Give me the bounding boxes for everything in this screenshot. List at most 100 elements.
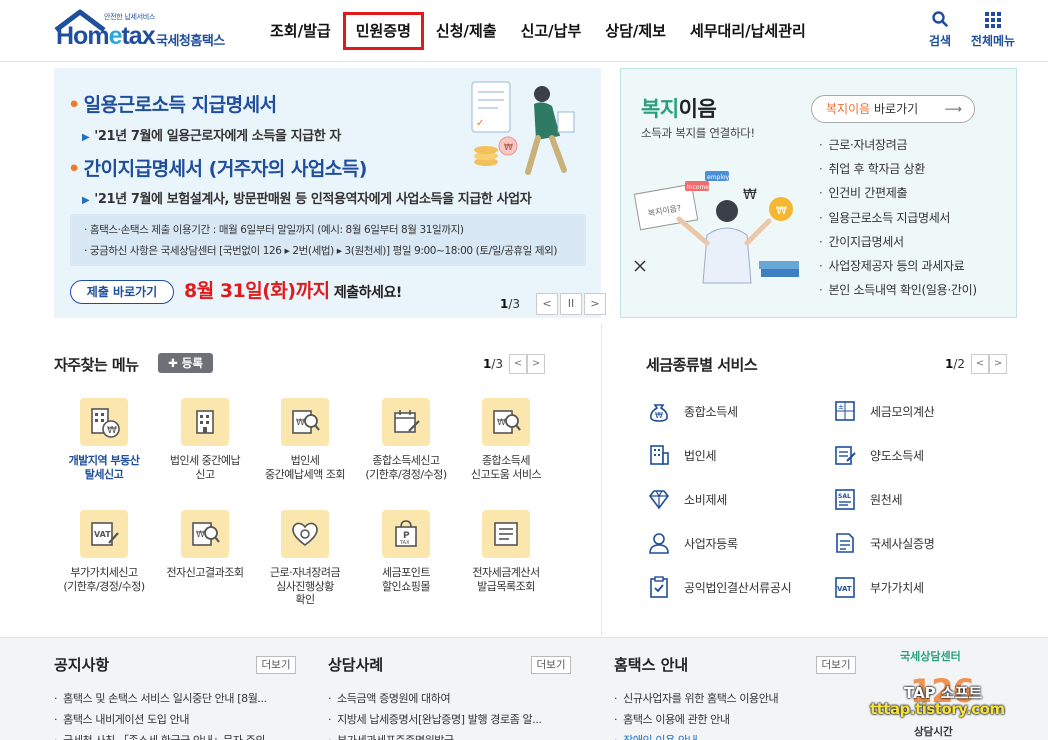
tax-service-withholding[interactable]: SAL 원천세 <box>832 486 903 512</box>
welfare-item[interactable]: 사업장제공자 등의 과세자료 <box>819 254 977 278</box>
favorite-item-income-tax-help[interactable]: ₩ 종합소득세 신고도움 서비스 <box>454 398 558 481</box>
search-button[interactable]: 검색 <box>922 10 958 49</box>
notice-item[interactable]: 국세청 사칭 「종소세 환급금 안내」문자 주의 <box>54 730 267 740</box>
bottom-section: 공지사항 더보기 홈택스 및 손택스 서비스 일시중단 안내 [8월... 홈택… <box>0 637 1048 740</box>
banner-sub-2-text: '21년 7월에 보험설계사, 방문판매원 등 인적용역자에게 사업소득을 지급… <box>94 192 532 207</box>
tax-service-simulation[interactable]: ± 세금모의계산 <box>832 398 935 424</box>
tax-service-label: 부가가치세 <box>870 580 924 595</box>
favorites-page-total: /3 <box>491 357 504 371</box>
banner-next-button[interactable]: > <box>584 293 606 315</box>
banner-prev-button[interactable]: < <box>536 293 558 315</box>
submit-shortcut-button[interactable]: 제출 바로가기 <box>70 280 174 304</box>
welfare-button-highlight: 복지이음 <box>826 102 871 116</box>
favorite-item-real-estate-report[interactable]: ₩ 개발지역 부동산 탈세신고 <box>52 398 156 481</box>
call-center-hours: 상담시간 <box>914 726 953 738</box>
welfare-item[interactable]: 인건비 간편제출 <box>819 181 977 205</box>
guide-item[interactable]: 홈택스 이용에 관한 안내 <box>614 709 778 730</box>
nav-certificates[interactable]: 민원증명 <box>342 12 424 50</box>
welfare-item[interactable]: 취업 후 학자금 상환 <box>819 157 977 181</box>
tax-service-business-registration[interactable]: 사업자등록 <box>646 530 738 556</box>
tax-service-global-income[interactable]: ₩ 종합소득세 <box>646 398 738 424</box>
welfare-subtitle: 소득과 복지를 연결하다! <box>641 126 755 140</box>
banner-deadline: 8월 31일(화)까지 제출하세요! <box>184 276 402 303</box>
nav-filing-payment[interactable]: 신고/납부 <box>509 12 594 50</box>
welfare-shortcut-button[interactable]: 복지이음 바로가기 ⟶ <box>811 95 975 123</box>
favorite-item-e-filing-result[interactable]: ₩ 전자신고결과조회 <box>153 510 257 580</box>
won-glyph: ₩ <box>196 530 205 540</box>
tax-services-prev-button[interactable]: < <box>971 354 990 374</box>
welfare-panel: 복지이음 소득과 복지를 연결하다! 복지이음 바로가기 ⟶ 복지이음? empl… <box>620 68 1017 318</box>
search-doc-icon: ₩ <box>181 510 229 558</box>
guide-more-button[interactable]: 더보기 <box>816 656 856 674</box>
favorite-item-income-tax-filing[interactable]: 종합소득세신고 (기한후/경정/수정) <box>354 398 458 481</box>
tax-service-capital-gains[interactable]: 양도소득세 <box>832 442 924 468</box>
notice-item[interactable]: 홈택스 및 손택스 서비스 일시중단 안내 [8월... <box>54 688 267 709</box>
banner-page-count: 1/3 <box>486 297 534 311</box>
nav-inquiry[interactable]: 조회/발급 <box>258 12 343 50</box>
won-coin-icon: ₩ <box>504 143 513 153</box>
favorites-prev-button[interactable]: < <box>509 354 528 374</box>
search-doc-icon: ₩ <box>482 398 530 446</box>
notice-more-button[interactable]: 더보기 <box>256 656 296 674</box>
tax-services-page-count: 1/2 <box>945 357 965 371</box>
nav-application[interactable]: 신청/제출 <box>424 12 509 50</box>
all-menu-button[interactable]: 전체메뉴 <box>966 10 1020 49</box>
favorite-item-incentive-status[interactable]: 근로·자녀장려금 심사진행상황 확인 <box>253 510 357 607</box>
banner-pause-button[interactable]: II <box>560 293 582 315</box>
welfare-item[interactable]: 간이지급명세서 <box>819 230 977 254</box>
hometax-logo[interactable]: 안전한 납세서비스 Hometax 국세청홈택스 <box>52 8 242 52</box>
won-coin-icon: ₩ <box>776 204 787 217</box>
favorite-item-tax-point-mall[interactable]: P TAX 세금포인트 할인쇼핑몰 <box>354 510 458 593</box>
certificate-icon <box>832 530 858 556</box>
calendar-icon <box>382 398 430 446</box>
guide-item[interactable]: 장애인 이용 안내 <box>614 730 778 740</box>
person-icon <box>646 530 672 556</box>
welfare-item[interactable]: 본인 소득내역 확인(일용·간이) <box>819 278 978 302</box>
favorites-title: 자주찾는 메뉴 <box>54 356 139 374</box>
search-icon <box>932 11 948 27</box>
tax-service-fact-certificate[interactable]: 국세사실증명 <box>832 530 935 556</box>
tax-service-consumption[interactable]: 소비제세 <box>646 486 727 512</box>
tax-service-label: 국세사실증명 <box>870 536 935 551</box>
welfare-item[interactable]: 일용근로소득 지급명세서 <box>819 206 977 230</box>
nav-tax-agent[interactable]: 세무대리/납세관리 <box>678 12 818 50</box>
header: 안전한 납세서비스 Hometax 국세청홈택스 조회/발급 민원증명 신청/제… <box>0 0 1048 62</box>
consult-title: 상담사례 <box>328 656 384 674</box>
banner-info-period: · 홈택스·손택스 제출 이용기간 : 매월 6일부터 말일까지 (예시: 8월… <box>84 224 464 236</box>
banner-deadline-tail: 제출하세요! <box>329 285 402 301</box>
favorites-page-count: 1/3 <box>483 357 503 371</box>
favorite-item-e-invoice-list[interactable]: 전자세금계산서 발급목록조회 <box>454 510 558 593</box>
logo-brand-main: Hom <box>56 22 110 50</box>
welfare-list: 근로·자녀장려금 취업 후 학자금 상환 인건비 간편제출 일용근로소득 지급명… <box>819 133 978 302</box>
tax-services-next-button[interactable]: > <box>989 354 1008 374</box>
favorites-next-button[interactable]: > <box>527 354 546 374</box>
banner-deadline-date: 8월 31일(화)까지 <box>184 280 330 302</box>
tax-service-label: 양도소득세 <box>870 448 924 463</box>
logo-korean: 국세청홈택스 <box>156 34 225 49</box>
tax-service-label: 법인세 <box>684 448 717 463</box>
consult-item[interactable]: 부가세과세표준증명원발급 <box>328 730 542 740</box>
tax-glyph: TAX <box>399 540 410 546</box>
welfare-item[interactable]: 근로·자녀장려금 <box>819 133 977 157</box>
building-icon: ₩ <box>80 398 128 446</box>
income-tag-text: income <box>687 184 709 191</box>
notice-item[interactable]: 홈택스 내비게이션 도입 안내 <box>54 709 267 730</box>
register-favorite-button[interactable]: ✚ 등록 <box>158 353 213 373</box>
tax-service-public-interest-disclosure[interactable]: 공익법인결산서류공시 <box>646 574 792 600</box>
salary-glyph: SAL <box>838 493 851 500</box>
favorite-label: 법인세 중간예납세액 조회 <box>265 454 345 481</box>
guide-item[interactable]: 신규사업자를 위한 홈택스 이용안내 <box>614 688 778 709</box>
favorite-item-corporate-interim-inquiry[interactable]: ₩ 법인세 중간예납세액 조회 <box>253 398 357 481</box>
favorite-item-corporate-interim[interactable]: 법인세 중간예납 신고 <box>153 398 257 481</box>
consult-item[interactable]: 소득금액 증명원에 대하여 <box>328 688 542 709</box>
tax-service-corporate[interactable]: 법인세 <box>646 442 717 468</box>
consult-more-button[interactable]: 더보기 <box>531 656 571 674</box>
nav-consult-report[interactable]: 상담/제보 <box>593 12 678 50</box>
welfare-title: 복지이음 <box>641 93 717 123</box>
section-divider <box>601 324 602 636</box>
welfare-button-label: 바로가기 <box>870 102 919 116</box>
tax-service-vat[interactable]: VAT 부가가치세 <box>832 574 924 600</box>
notice-banner[interactable]: • 일용근로소득 지급명세서 ▶ '21년 7월에 일용근로자에게 소득을 지급한 … <box>54 68 606 318</box>
consult-item[interactable]: 지방세 납세증명서[완납증명] 발행 경로좀 알... <box>328 709 542 730</box>
favorite-item-vat-filing[interactable]: VAT 부가가치세신고 (기한후/경정/수정) <box>52 510 156 593</box>
